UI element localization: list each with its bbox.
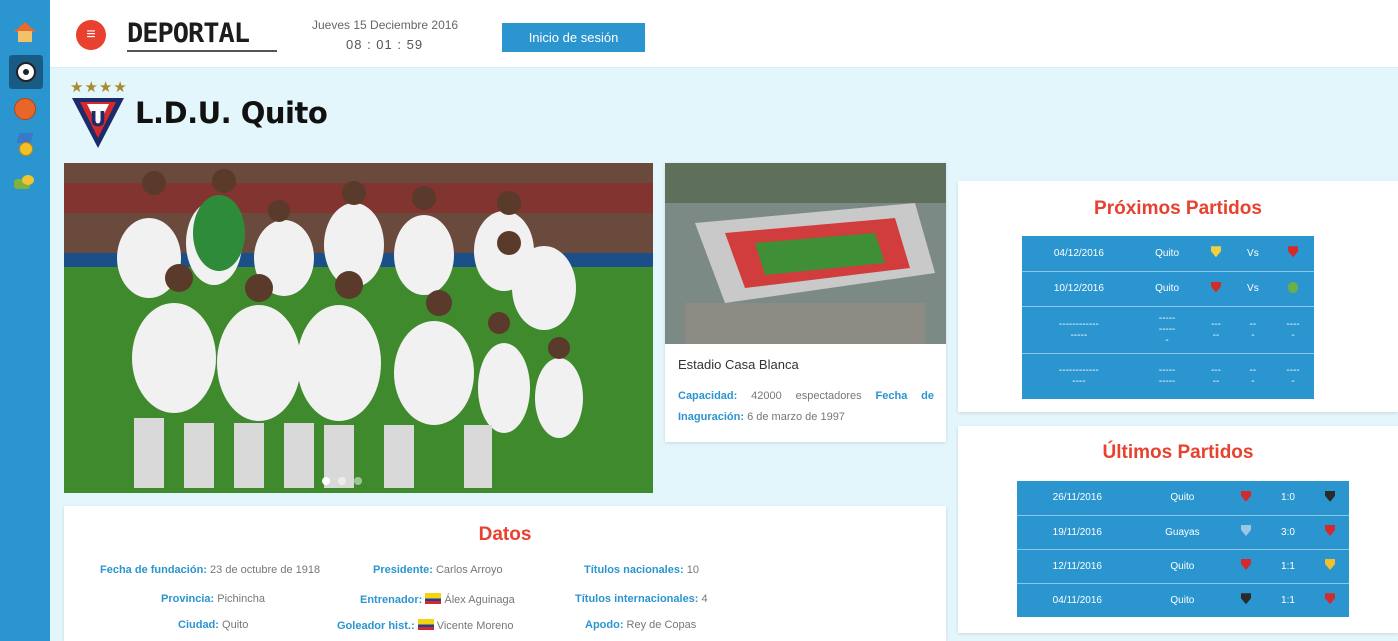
opponent-crest-icon xyxy=(1210,246,1221,258)
ldu-crest-icon xyxy=(1241,490,1251,502)
current-time: 08 : 01 : 59 xyxy=(346,37,424,52)
site-logo[interactable]: DEPORTAL xyxy=(127,18,250,49)
top-bar: ≡ DEPORTAL Jueves 15 Deciembre 2016 08 :… xyxy=(50,0,1398,68)
sidebar-item-soccer[interactable] xyxy=(9,55,43,89)
coach-field: Entrenador: Álex Aguinaga xyxy=(360,593,515,606)
table-row[interactable]: 10/12/2016 Quito Vs xyxy=(1022,271,1314,307)
upcoming-matches-title: Próximos Partidos xyxy=(1094,198,1262,219)
home-icon xyxy=(14,22,36,42)
stadium-photo xyxy=(665,163,946,344)
table-row[interactable]: 12/11/2016 Quito 1:1 xyxy=(1017,549,1349,584)
team-stars: ★★★★ xyxy=(70,79,128,96)
sidebar-item-trophies[interactable] xyxy=(10,170,40,198)
login-button[interactable]: Inicio de sesión xyxy=(502,23,645,52)
sidebar-item-medals[interactable] xyxy=(10,131,40,159)
opponent-crest-icon xyxy=(1241,593,1251,605)
logo-underline xyxy=(127,50,277,52)
recent-matches-panel: Últimos Partidos 26/11/2016 Quito 1:0 19… xyxy=(958,426,1398,633)
stadium-info: Capacidad: 42000 espectadores Fecha de I… xyxy=(678,390,935,423)
recent-matches-table: 26/11/2016 Quito 1:0 19/11/2016 Guayas 3… xyxy=(1017,481,1349,617)
founding-date-field: Fecha de fundación: 23 de octubre de 191… xyxy=(100,564,321,576)
ecuador-flag-icon xyxy=(417,619,434,630)
soccer-ball-icon xyxy=(16,62,36,82)
opponent-crest-icon xyxy=(1288,281,1299,293)
sidebar xyxy=(0,0,50,641)
carousel-dot[interactable] xyxy=(354,477,362,485)
carousel-dot[interactable] xyxy=(322,477,330,485)
table-row[interactable]: 04/11/2016 Quito 1:1 xyxy=(1017,583,1349,617)
ldu-crest-icon xyxy=(1210,281,1221,293)
table-row: ------------ ----- ----- ----- - --- -- -- - … xyxy=(1022,306,1314,354)
upcoming-matches-table: 04/12/2016 Quito Vs 10/12/2016 Quito Vs … xyxy=(1022,236,1314,399)
stadium-name: Estadio Casa Blanca xyxy=(678,357,799,372)
carousel-dot[interactable] xyxy=(338,477,346,485)
table-row[interactable]: 04/12/2016 Quito Vs xyxy=(1022,236,1314,272)
province-field: Provincia: Pichincha xyxy=(161,593,265,605)
hamburger-icon: ≡ xyxy=(86,26,96,43)
ldu-crest-icon xyxy=(1288,246,1299,258)
ecuador-flag-icon xyxy=(425,593,442,604)
datos-title: Datos xyxy=(478,524,532,545)
opponent-crest-icon xyxy=(1325,559,1336,570)
city-field: Ciudad: Quito xyxy=(178,619,249,631)
basketball-icon xyxy=(14,98,36,120)
recent-matches-title: Últimos Partidos xyxy=(1102,442,1254,463)
opponent-crest-icon xyxy=(1325,490,1336,502)
carousel-dots xyxy=(322,477,362,485)
table-row[interactable]: 19/11/2016 Guayas 3:0 xyxy=(1017,515,1349,550)
top-scorer-field: Goleador hist.: Vicente Moreno xyxy=(337,619,514,632)
international-titles-field: Títulos internacionales: 4 xyxy=(575,593,708,605)
national-titles-field: Títulos nacionales: 10 xyxy=(584,564,699,576)
current-date: Jueves 15 Deciembre 2016 xyxy=(312,18,459,32)
sidebar-item-home[interactable] xyxy=(10,18,40,46)
ldu-crest-icon xyxy=(1325,525,1336,536)
nickname-field: Apodo: Rey de Copas xyxy=(585,619,697,631)
upcoming-matches-panel: Próximos Partidos 04/12/2016 Quito Vs 10… xyxy=(958,181,1398,412)
datos-card: Datos Fecha de fundación: 23 de octubre … xyxy=(64,506,946,641)
president-field: Presidente: Carlos Arroyo xyxy=(373,564,503,576)
ldu-crest-icon xyxy=(1325,593,1336,605)
team-crest-icon: U xyxy=(72,98,124,148)
opponent-crest-icon xyxy=(1241,525,1251,536)
trophy-icon xyxy=(14,175,36,193)
team-photo xyxy=(64,163,653,493)
menu-button[interactable]: ≡ xyxy=(76,20,106,50)
ldu-crest-icon xyxy=(1241,559,1251,570)
table-row: ------------ ---- ----- ----- --- -- -- - --… xyxy=(1058,365,1300,388)
stadium-card: Estadio Casa Blanca Capacidad: 42000 esp… xyxy=(665,163,946,442)
table-row[interactable]: 26/11/2016 Quito 1:0 xyxy=(1017,481,1349,516)
team-name: L.D.U. Quito xyxy=(135,96,328,130)
sidebar-item-basketball[interactable] xyxy=(10,95,40,123)
svg-text:U: U xyxy=(90,107,106,131)
medal-icon xyxy=(15,133,35,157)
